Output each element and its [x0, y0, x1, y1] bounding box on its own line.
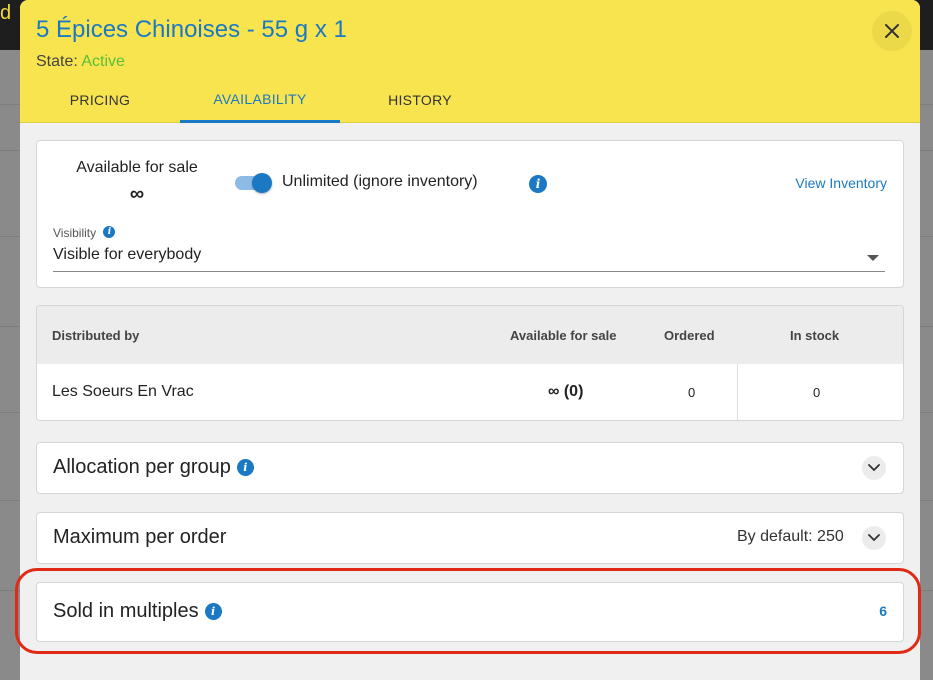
view-inventory-link[interactable]: View Inventory [795, 175, 887, 191]
allocation-title-text: Allocation per group [53, 456, 231, 478]
close-icon [885, 24, 899, 38]
table-cell: ∞ (0) [548, 383, 584, 400]
column-header: Available for sale [510, 328, 617, 343]
visibility-label-text: Visibility [53, 226, 97, 240]
tab-availability[interactable]: AVAILABILITY [180, 77, 340, 123]
sold-in-multiples-value[interactable]: 6 [879, 603, 887, 619]
allocation-title: Allocation per group i [53, 456, 254, 479]
toggle-knob [252, 173, 272, 193]
chevron-down-icon [868, 534, 880, 542]
max-per-order-default: By default: 250 [737, 528, 844, 545]
modal-header: 5 Épices Chinoises - 55 g x 1 State: Act… [20, 0, 920, 123]
info-icon[interactable]: i [236, 459, 254, 476]
state-value: Active [81, 53, 125, 70]
table-cell: 0 [813, 385, 821, 400]
chevron-down-icon [868, 464, 880, 472]
product-title: 5 Épices Chinoises - 55 g x 1 [36, 16, 347, 43]
available-for-sale-label: Available for sale [76, 159, 198, 176]
expand-button[interactable] [862, 526, 886, 550]
tab-history[interactable]: HISTORY [340, 77, 500, 123]
table-header: Distributed by Available for sale Ordere… [37, 306, 903, 364]
distribution-table: Distributed by Available for sale Ordere… [36, 305, 904, 421]
visibility-select[interactable]: Visible for everybody [53, 244, 885, 272]
table-row: Les Soeurs En Vrac ∞ (0) 0 0 [37, 364, 903, 420]
info-icon[interactable]: i [529, 175, 547, 193]
sold-in-multiples-title: Sold in multiples i [53, 600, 222, 623]
product-modal: 5 Épices Chinoises - 55 g x 1 State: Act… [20, 0, 920, 680]
info-icon[interactable]: i [204, 603, 222, 620]
visibility-label: Visibility i [53, 226, 116, 240]
unlimited-toggle[interactable] [235, 173, 273, 193]
available-for-sale-value: ∞ [129, 183, 145, 205]
column-header: In stock [790, 328, 840, 343]
allocation-section[interactable]: Allocation per group i [36, 442, 904, 494]
max-per-order-section[interactable]: Maximum per order By default: 250 [36, 512, 904, 564]
info-icon[interactable]: i [103, 226, 116, 238]
unlimited-label: Unlimited (ignore inventory) [282, 173, 478, 190]
background-topbar-text: d [0, 2, 12, 24]
sold-in-multiples-section[interactable]: Sold in multiples i 6 [36, 582, 904, 642]
table-cell: Les Soeurs En Vrac [52, 383, 194, 400]
expand-button[interactable] [862, 456, 886, 480]
close-button[interactable] [872, 11, 912, 51]
state-label: State: [36, 53, 78, 70]
product-state: State: Active [36, 53, 125, 71]
column-divider [737, 364, 738, 420]
table-cell: 0 [688, 385, 696, 400]
visibility-value: Visible for everybody [53, 246, 202, 263]
column-header: Distributed by [52, 328, 140, 343]
tab-pricing[interactable]: PRICING [20, 77, 180, 123]
sold-in-multiples-title-text: Sold in multiples [53, 600, 199, 622]
max-per-order-title: Maximum per order [53, 526, 227, 548]
dropdown-caret-icon [867, 255, 879, 261]
availability-card: Available for sale ∞ Unlimited (ignore i… [36, 140, 904, 288]
column-header: Ordered [664, 328, 715, 343]
